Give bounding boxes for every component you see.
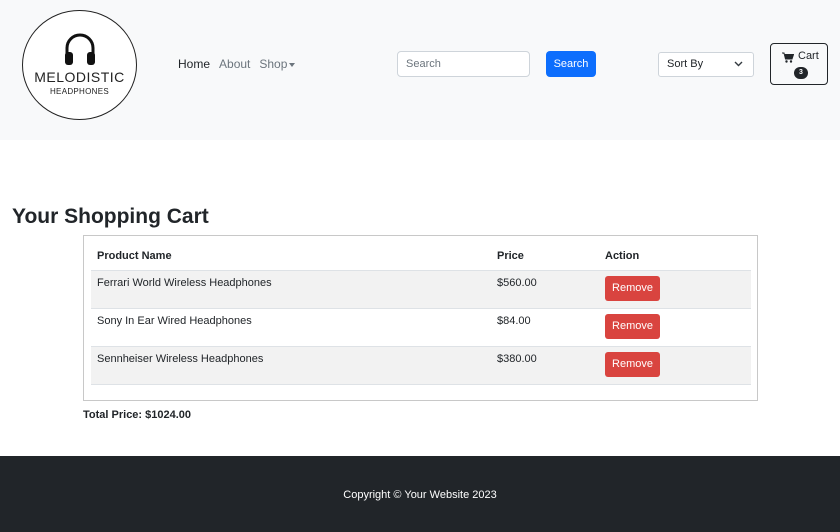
action-cell: Remove [599, 270, 751, 309]
remove-button[interactable]: Remove [605, 275, 660, 301]
nav-shop-dropdown[interactable]: Shop [259, 57, 296, 71]
chevron-down-icon [734, 61, 743, 67]
table-row: Sennheiser Wireless Headphones $380.00 R… [91, 346, 751, 385]
column-header-price: Price [491, 243, 599, 271]
column-header-action: Action [599, 243, 751, 271]
headphones-icon [65, 33, 95, 65]
search-input[interactable] [397, 51, 530, 77]
logo-subtitle-text: HEADPHONES [49, 87, 109, 96]
cart-label: Cart [798, 50, 819, 62]
product-name-cell: Sennheiser Wireless Headphones [91, 346, 491, 385]
action-cell: Remove [599, 308, 751, 347]
sort-selected-value: Sort By [667, 58, 704, 70]
product-name-cell: Ferrari World Wireless Headphones [91, 270, 491, 309]
brand-logo[interactable]: MELODISTIC HEADPHONES [22, 10, 137, 120]
cart-icon [782, 52, 794, 63]
product-name-cell: Sony In Ear Wired Headphones [91, 308, 491, 347]
table-row: Sony In Ear Wired Headphones $84.00 Remo… [91, 308, 751, 347]
remove-button[interactable]: Remove [605, 313, 660, 339]
cart-count-badge: 3 [794, 67, 808, 79]
site-header: MELODISTIC HEADPHONES Home About Shop Se… [0, 0, 840, 140]
footer-copyright: Copyright © Your Website 2023 [343, 489, 497, 501]
caret-down-icon [289, 62, 296, 67]
table-header-row: Product Name Price Action [91, 243, 751, 271]
site-footer: Copyright © Your Website 2023 [0, 456, 840, 532]
main-nav: Home About Shop [178, 57, 296, 71]
cart-button[interactable]: Cart 3 [770, 43, 828, 85]
table-row: Ferrari World Wireless Headphones $560.0… [91, 270, 751, 309]
search-button[interactable]: Search [546, 51, 596, 77]
price-cell: $380.00 [491, 346, 599, 385]
action-cell: Remove [599, 346, 751, 385]
column-header-product: Product Name [91, 243, 491, 271]
price-cell: $560.00 [491, 270, 599, 309]
cart-table-container: Product Name Price Action Ferrari World … [83, 235, 758, 401]
nav-home-link[interactable]: Home [178, 57, 210, 71]
total-price: Total Price: $1024.00 [83, 409, 192, 421]
nav-shop-label: Shop [259, 57, 288, 71]
logo-brand-text: MELODISTIC [34, 69, 125, 85]
page-title: Your Shopping Cart [12, 205, 209, 228]
nav-about-link[interactable]: About [219, 57, 250, 71]
cart-table: Product Name Price Action Ferrari World … [91, 243, 751, 385]
sort-select[interactable]: Sort By [658, 52, 754, 77]
price-cell: $84.00 [491, 308, 599, 347]
remove-button[interactable]: Remove [605, 351, 660, 377]
